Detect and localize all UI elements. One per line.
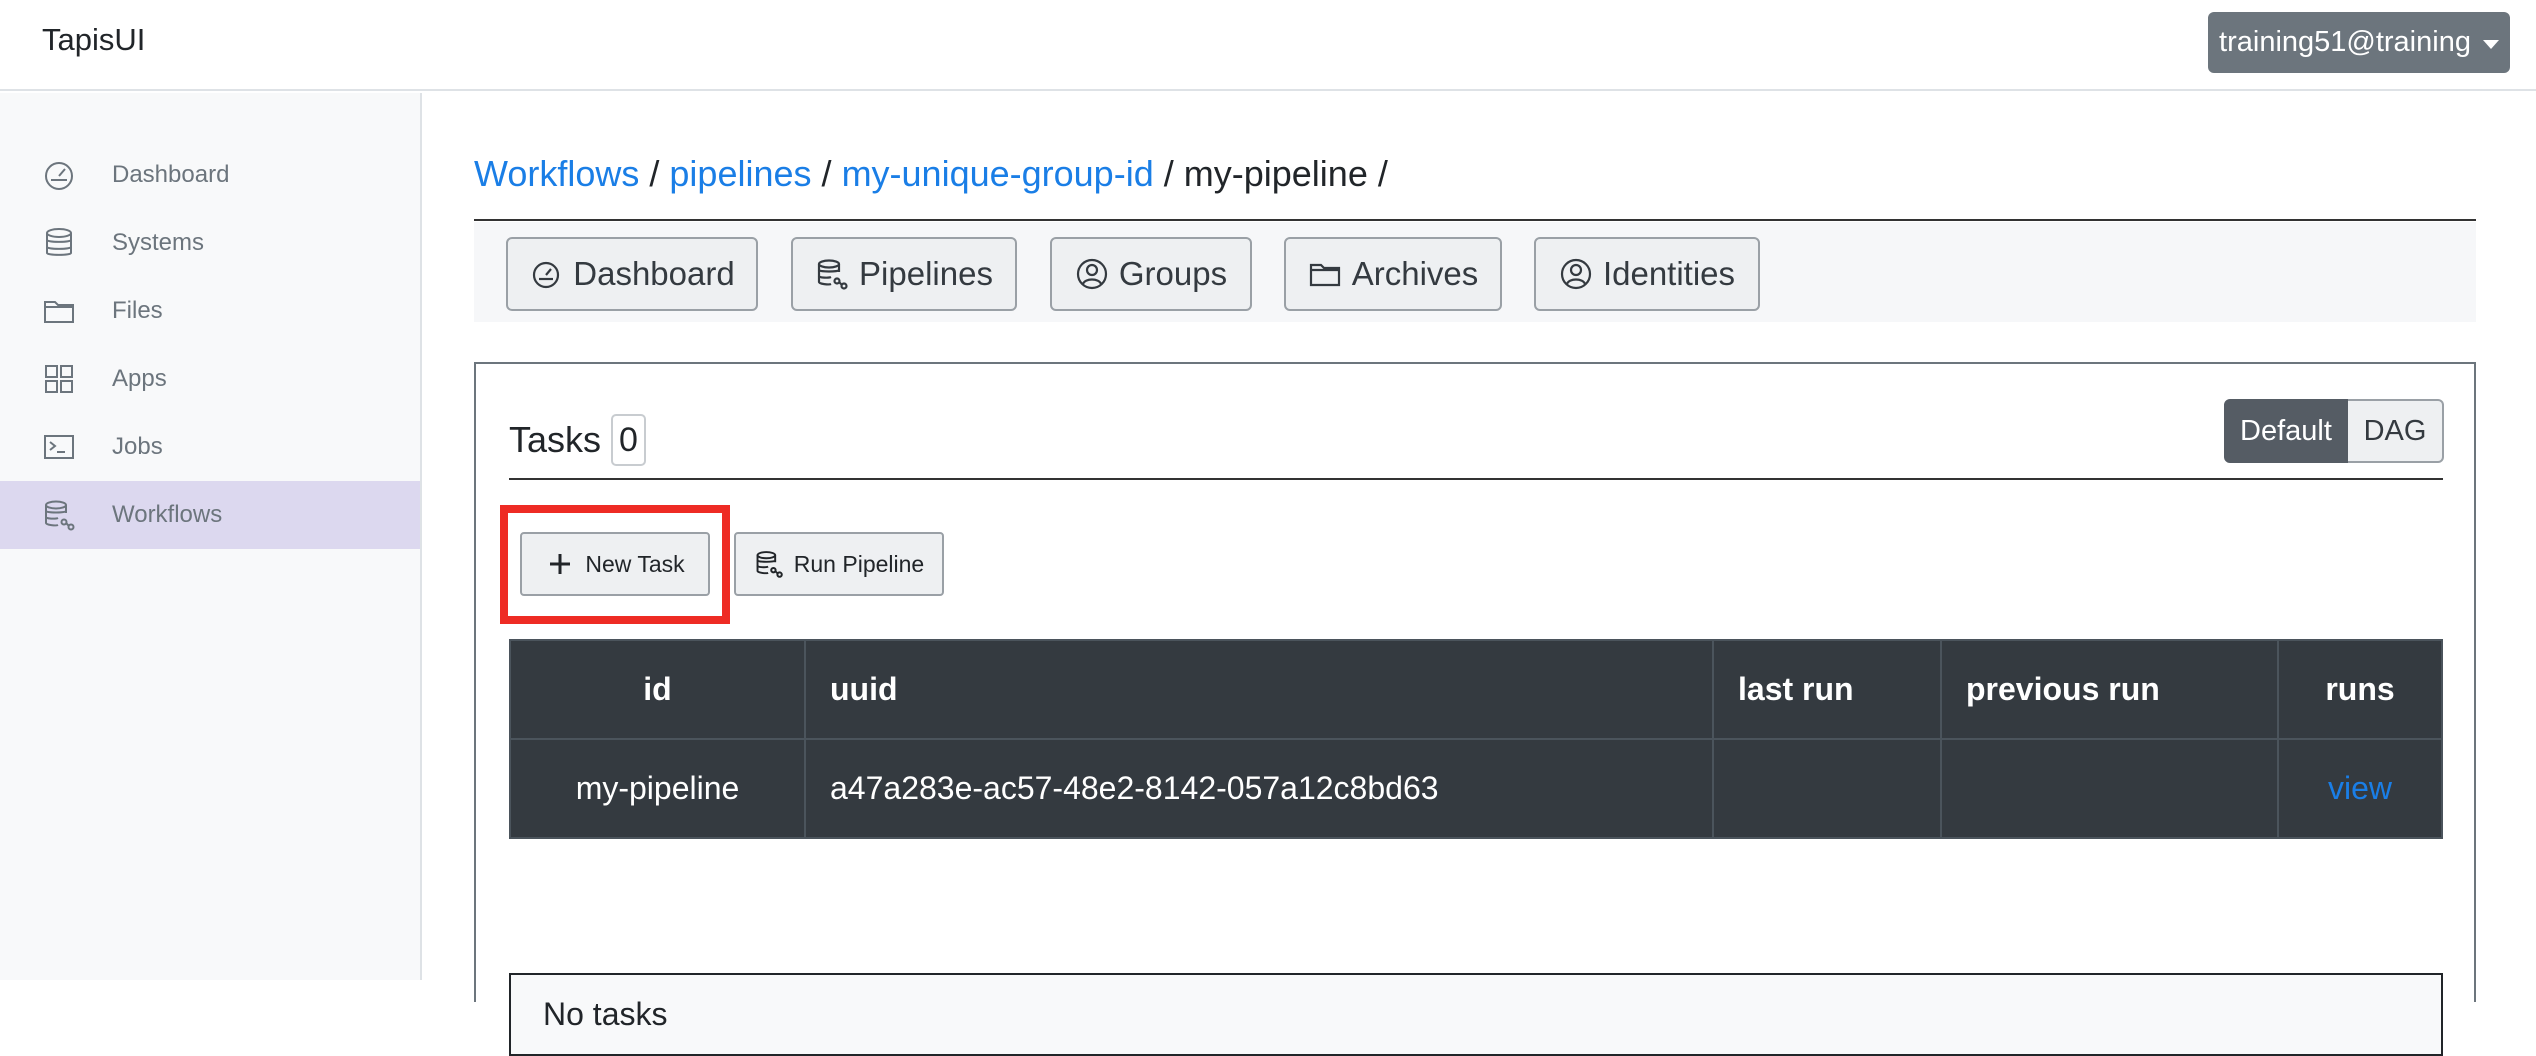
breadcrumb-separator: /: [649, 153, 660, 194]
run-pipeline-button[interactable]: Run Pipeline: [734, 532, 944, 596]
column-header-id: id: [509, 639, 806, 740]
breadcrumb-separator: /: [821, 153, 832, 194]
sidebar-item-label: Workflows: [112, 501, 223, 528]
sidebar-item-label: Apps: [112, 365, 167, 392]
dashboard-icon: [533, 261, 560, 289]
toolbar-groups-button[interactable]: Groups: [1050, 237, 1252, 311]
breadcrumb: Workflows / pipelines / my-unique-group-…: [474, 153, 1388, 195]
folder-icon: [1309, 263, 1340, 287]
user-circle-icon: [1560, 258, 1592, 290]
database-icon: [46, 228, 72, 256]
table-row: my-pipeline a47a283e-ac57-48e2-8142-057a…: [509, 738, 2443, 839]
folder-icon: [44, 301, 74, 323]
divider: [474, 219, 2476, 221]
breadcrumb-separator: /: [1163, 153, 1174, 194]
toolbar-archives-button[interactable]: Archives: [1284, 237, 1502, 311]
cell-runs: view: [2277, 738, 2443, 839]
column-header-runs: runs: [2277, 639, 2443, 740]
toolbar-groups-label: Groups: [1118, 255, 1228, 292]
column-header-previous-run: previous run: [1940, 639, 2279, 740]
sidebar-item-label: Files: [112, 297, 163, 324]
view-dag-button[interactable]: DAG: [2348, 399, 2444, 463]
sidebar-item-files[interactable]: Files: [0, 277, 420, 345]
workflows-icon: [756, 551, 783, 578]
breadcrumb-pipelines[interactable]: pipelines: [669, 153, 811, 194]
breadcrumb-current: my-pipeline: [1183, 153, 1368, 194]
workflows-icon: [45, 500, 75, 531]
new-task-button[interactable]: New Task: [520, 532, 710, 596]
sidebar-item-apps[interactable]: Apps: [0, 345, 420, 413]
column-header-last-run: last run: [1712, 639, 1942, 740]
sidebar-item-jobs[interactable]: Jobs: [0, 413, 420, 481]
pipeline-table: id uuid last run previous run runs my-pi…: [509, 639, 2443, 839]
toolbar-dashboard-button[interactable]: Dashboard: [506, 237, 758, 311]
grid-icon: [45, 365, 73, 393]
table-header-row: id uuid last run previous run runs: [509, 639, 2443, 740]
cell-id: my-pipeline: [509, 738, 806, 839]
terminal-icon: [44, 435, 74, 459]
sidebar-item-dashboard[interactable]: Dashboard: [0, 141, 420, 209]
toolbar-archives-label: Archives: [1351, 255, 1479, 292]
breadcrumb-group[interactable]: my-unique-group-id: [842, 153, 1154, 194]
workflows-toolbar: Dashboard Pipelines Groups Archives Iden…: [474, 222, 2476, 322]
cell-last-run: [1712, 738, 1942, 839]
plus-icon: [550, 554, 571, 574]
sidebar-item-workflows[interactable]: Workflows: [0, 481, 420, 549]
breadcrumb-separator: /: [1377, 153, 1388, 194]
tasks-count-badge: 0: [611, 414, 646, 466]
tasks-title: Tasks: [509, 419, 602, 460]
sidebar: Dashboard Systems Files Apps Jobs Workfl…: [0, 93, 422, 980]
run-pipeline-label: Run Pipeline: [793, 550, 925, 577]
sidebar-item-label: Dashboard: [112, 161, 230, 188]
cell-previous-run: [1940, 738, 2279, 839]
column-header-uuid: uuid: [804, 639, 1714, 740]
tasks-heading: Tasks 0: [509, 414, 646, 466]
toolbar-pipelines-label: Pipelines: [859, 255, 993, 292]
tasks-panel: Tasks 0 Default DAG New Task Run Pipelin…: [474, 362, 2476, 1056]
user-menu-button[interactable]: training51@training: [2208, 12, 2510, 73]
brand-logo[interactable]: TapisUI: [42, 22, 145, 58]
toolbar-pipelines-button[interactable]: Pipelines: [791, 237, 1017, 311]
toolbar-identities-label: Identities: [1602, 255, 1736, 292]
view-toggle: Default DAG: [2224, 399, 2444, 463]
user-menu-label: training51@training: [2219, 26, 2471, 58]
view-runs-link[interactable]: view: [2328, 770, 2392, 806]
dashboard-icon: [45, 162, 73, 190]
breadcrumb-workflows[interactable]: Workflows: [474, 153, 639, 194]
sidebar-item-label: Jobs: [112, 433, 163, 460]
top-navbar: TapisUI training51@training: [0, 0, 2536, 91]
toolbar-identities-button[interactable]: Identities: [1534, 237, 1760, 311]
empty-tasks-message: No tasks: [509, 973, 2443, 1056]
user-circle-icon: [1076, 258, 1107, 290]
sidebar-item-label: Systems: [112, 229, 205, 256]
view-default-button[interactable]: Default: [2224, 399, 2348, 463]
new-task-label: New Task: [585, 550, 685, 577]
workflows-icon: [817, 259, 848, 290]
divider: [509, 478, 2443, 480]
toolbar-dashboard-label: Dashboard: [573, 255, 735, 292]
cell-uuid: a47a283e-ac57-48e2-8142-057a12c8bd63: [804, 738, 1714, 839]
caret-down-icon: [2482, 40, 2499, 49]
sidebar-item-systems[interactable]: Systems: [0, 209, 420, 277]
